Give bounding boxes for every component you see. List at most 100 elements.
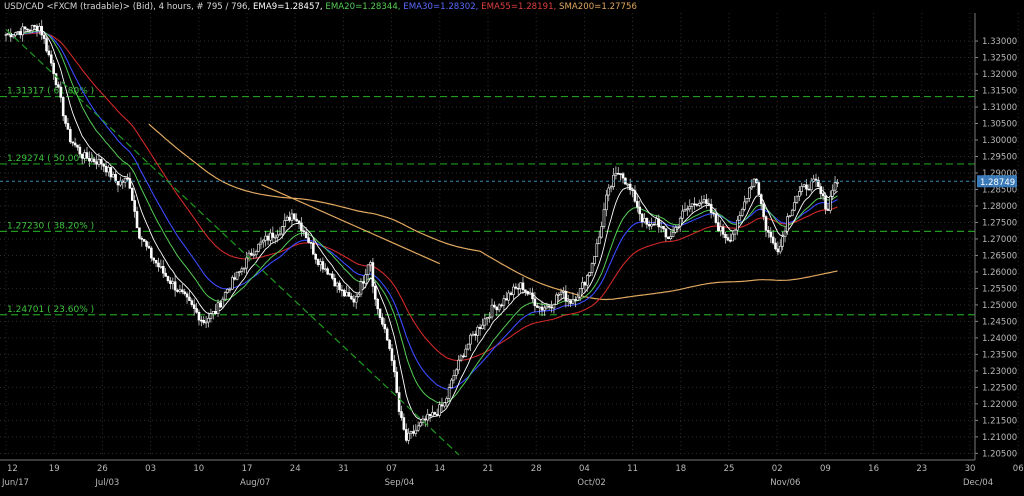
candle-body [178, 289, 182, 292]
candle-body [347, 292, 351, 297]
candle-body [497, 304, 501, 311]
candle-body [295, 218, 298, 222]
candle-body [71, 141, 75, 144]
candle-body [474, 333, 477, 336]
chart-container[interactable]: 1.31317 ( 61.80% ) 1.29274 ( 50.00% ) 1.27… [0, 0, 1024, 492]
candle-body [99, 159, 103, 165]
candle-body [52, 62, 55, 74]
y-tick-label: 1.24000 [982, 334, 1017, 344]
candle-body [464, 348, 468, 357]
candle-body [88, 158, 91, 162]
candle-body [328, 273, 332, 276]
candle-body [185, 293, 189, 298]
candle-body [21, 26, 24, 36]
candle-body [76, 144, 79, 148]
x-day-tick-label: 11 [627, 464, 638, 474]
candle-body [769, 231, 773, 238]
candle-body [767, 229, 770, 233]
candle-body [771, 236, 775, 244]
candle-body [805, 184, 808, 190]
x-day-tick-label: 26 [97, 464, 108, 474]
candle-body [602, 209, 606, 227]
candle-body [114, 174, 117, 182]
candle-body [169, 280, 172, 285]
candle-body [104, 165, 108, 173]
candle-body [545, 305, 549, 309]
price-chart[interactable]: 1.31317 ( 61.80% )1.29274 ( 50.00% )1.27… [0, 0, 1024, 492]
candle-body [283, 220, 287, 227]
candle-body [350, 296, 353, 300]
candle-body [528, 292, 532, 295]
candle-body [85, 152, 89, 159]
candle-body [607, 187, 611, 196]
candle-body [628, 183, 632, 191]
candle-body [161, 266, 165, 274]
candle-body [633, 190, 637, 202]
candle-body [128, 178, 132, 189]
candle-body [688, 206, 692, 210]
candle-body [226, 288, 229, 293]
candle-body [714, 213, 718, 223]
candle-body [574, 299, 577, 301]
candle-body [152, 257, 156, 261]
y-tick-label: 1.25000 [982, 301, 1017, 311]
candle-body [740, 209, 744, 216]
candle-body [138, 227, 141, 239]
candle-body [547, 305, 551, 308]
x-day-tick-label: 16 [868, 464, 879, 474]
candle-body [438, 404, 441, 416]
candle-body [555, 294, 558, 305]
candle-body [821, 193, 825, 197]
y-tick-label: 1.31500 [982, 87, 1017, 97]
x-month-label: Dec/04 [963, 478, 993, 488]
candle-body [681, 210, 684, 219]
candle-body [790, 209, 794, 217]
candle-body [83, 152, 86, 159]
candle-body [111, 174, 115, 178]
candle-body [35, 25, 39, 32]
candle-body [290, 213, 294, 221]
candle-body [292, 213, 296, 220]
candle-body [66, 123, 70, 130]
x-day-tick-label: 10 [193, 464, 204, 474]
candle-body [559, 291, 563, 295]
candle-body [443, 402, 446, 407]
candle-body [478, 326, 482, 329]
x-day-tick-label: 31 [338, 464, 349, 474]
candle-body [371, 262, 375, 287]
candle-body [192, 304, 196, 309]
candle-body [597, 236, 601, 245]
candle-body [73, 142, 77, 146]
y-tick-label: 1.26000 [982, 268, 1017, 278]
candle-body [59, 86, 63, 98]
y-tick-label: 1.24500 [982, 317, 1017, 327]
candle-body [531, 292, 534, 300]
candle-body [581, 282, 584, 289]
candle-body [586, 275, 589, 286]
candle-body [209, 313, 213, 319]
header-ema20: EMA20=1.28344, [325, 2, 403, 12]
candle-body [600, 226, 603, 238]
y-tick-label: 1.22000 [982, 400, 1017, 410]
candle-body [164, 272, 167, 277]
candle-body [261, 239, 265, 243]
chart-header: USD/CAD <FXCM (tradable)> (Bid), 4 hours… [4, 2, 637, 12]
candle-body [233, 277, 237, 280]
x-day-tick-label: 04 [579, 464, 590, 474]
candle-body [307, 237, 310, 243]
candle-body [419, 422, 422, 427]
candle-body [431, 412, 434, 417]
candle-body [266, 235, 270, 241]
candle-body [686, 208, 689, 211]
candle-body [674, 227, 677, 233]
candle-body [526, 291, 530, 295]
x-month-label: Oct/02 [577, 478, 605, 488]
candle-body [116, 181, 120, 186]
candle-body [188, 296, 191, 301]
candle-body [204, 321, 208, 324]
y-tick-label: 1.32000 [982, 70, 1017, 80]
x-day-tick-label: 28 [531, 464, 542, 474]
fib-level-label: 1.24701 ( 23.60% ) [7, 305, 94, 315]
candle-body [576, 296, 580, 301]
candle-body [616, 172, 620, 175]
